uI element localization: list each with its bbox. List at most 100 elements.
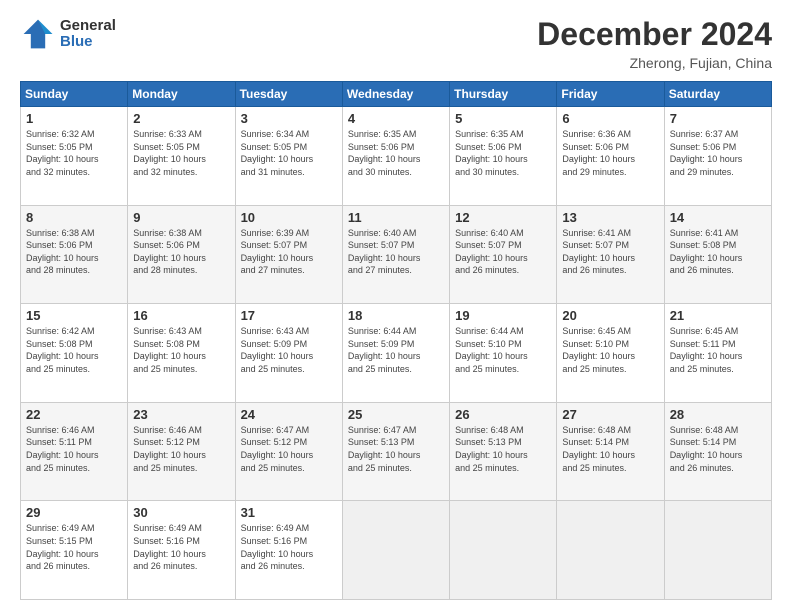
page: General Blue December 2024 Zherong, Fuji… [0,0,792,612]
table-row: 12Sunrise: 6:40 AM Sunset: 5:07 PM Dayli… [450,205,557,304]
table-row: 3 Sunrise: 6:34 AM Sunset: 5:05 PM Daylig… [235,107,342,206]
day-info: Sunrise: 6:38 AM Sunset: 5:06 PM Dayligh… [133,227,229,277]
table-row: 18Sunrise: 6:44 AM Sunset: 5:09 PM Dayli… [342,304,449,403]
day-info: Sunrise: 6:49 AM Sunset: 5:16 PM Dayligh… [241,522,337,572]
day-info: Sunrise: 6:33 AM Sunset: 5:05 PM Dayligh… [133,128,229,178]
calendar-row: 8 Sunrise: 6:38 AM Sunset: 5:06 PM Daylig… [21,205,772,304]
day-info: Sunrise: 6:49 AM Sunset: 5:16 PM Dayligh… [133,522,229,572]
day-info: Sunrise: 6:47 AM Sunset: 5:12 PM Dayligh… [241,424,337,474]
day-number: 4 [348,111,444,126]
table-row: 23Sunrise: 6:46 AM Sunset: 5:12 PM Dayli… [128,402,235,501]
logo-general-text: General [60,18,116,35]
day-info: Sunrise: 6:47 AM Sunset: 5:13 PM Dayligh… [348,424,444,474]
col-wednesday: Wednesday [342,82,449,107]
day-info: Sunrise: 6:42 AM Sunset: 5:08 PM Dayligh… [26,325,122,375]
calendar-table: Sunday Monday Tuesday Wednesday Thursday… [20,81,772,600]
logo-text: General Blue [60,18,116,51]
header: General Blue December 2024 Zherong, Fuji… [20,16,772,71]
day-number: 21 [670,308,766,323]
calendar-body: 1 Sunrise: 6:32 AM Sunset: 5:05 PM Daylig… [21,107,772,600]
logo: General Blue [20,16,116,52]
logo-icon [20,16,56,52]
day-info: Sunrise: 6:43 AM Sunset: 5:09 PM Dayligh… [241,325,337,375]
day-number: 23 [133,407,229,422]
table-row: 10Sunrise: 6:39 AM Sunset: 5:07 PM Dayli… [235,205,342,304]
table-row: 24 Sunrise: 6:47 AM Sunset: 5:12 PM Dayli… [235,402,342,501]
day-number: 1 [26,111,122,126]
day-info: Sunrise: 6:37 AM Sunset: 5:06 PM Dayligh… [670,128,766,178]
day-info: Sunrise: 6:41 AM Sunset: 5:07 PM Dayligh… [562,227,658,277]
calendar-header: Sunday Monday Tuesday Wednesday Thursday… [21,82,772,107]
table-row: 9 Sunrise: 6:38 AM Sunset: 5:06 PM Daylig… [128,205,235,304]
day-number: 25 [348,407,444,422]
day-number: 26 [455,407,551,422]
day-info: Sunrise: 6:44 AM Sunset: 5:10 PM Dayligh… [455,325,551,375]
col-thursday: Thursday [450,82,557,107]
table-row: 16 Sunrise: 6:43 AM Sunset: 5:08 PM Dayli… [128,304,235,403]
table-row: 31 Sunrise: 6:49 AM Sunset: 5:16 PM Dayli… [235,501,342,600]
day-number: 15 [26,308,122,323]
table-row: 28 Sunrise: 6:48 AM Sunset: 5:14 PM Dayli… [664,402,771,501]
day-number: 12 [455,210,551,225]
day-number: 9 [133,210,229,225]
day-number: 28 [670,407,766,422]
day-number: 7 [670,111,766,126]
table-row: 13 Sunrise: 6:41 AM Sunset: 5:07 PM Dayli… [557,205,664,304]
table-row: 5Sunrise: 6:35 AM Sunset: 5:06 PM Daylig… [450,107,557,206]
month-title: December 2024 [537,16,772,53]
day-info: Sunrise: 6:44 AM Sunset: 5:09 PM Dayligh… [348,325,444,375]
day-info: Sunrise: 6:43 AM Sunset: 5:08 PM Dayligh… [133,325,229,375]
col-monday: Monday [128,82,235,107]
table-row: 26Sunrise: 6:48 AM Sunset: 5:13 PM Dayli… [450,402,557,501]
table-row [557,501,664,600]
col-tuesday: Tuesday [235,82,342,107]
table-row: 17Sunrise: 6:43 AM Sunset: 5:09 PM Dayli… [235,304,342,403]
day-number: 29 [26,505,122,520]
day-number: 5 [455,111,551,126]
day-number: 11 [348,210,444,225]
table-row: 11Sunrise: 6:40 AM Sunset: 5:07 PM Dayli… [342,205,449,304]
day-number: 16 [133,308,229,323]
calendar-row: 1 Sunrise: 6:32 AM Sunset: 5:05 PM Daylig… [21,107,772,206]
location: Zherong, Fujian, China [537,55,772,71]
table-row: 2Sunrise: 6:33 AM Sunset: 5:05 PM Daylig… [128,107,235,206]
table-row [342,501,449,600]
table-row [664,501,771,600]
table-row: 25 Sunrise: 6:47 AM Sunset: 5:13 PM Dayli… [342,402,449,501]
day-number: 8 [26,210,122,225]
day-number: 14 [670,210,766,225]
day-info: Sunrise: 6:45 AM Sunset: 5:10 PM Dayligh… [562,325,658,375]
day-number: 24 [241,407,337,422]
table-row: 7 Sunrise: 6:37 AM Sunset: 5:06 PM Daylig… [664,107,771,206]
calendar-row: 29 Sunrise: 6:49 AM Sunset: 5:15 PM Dayli… [21,501,772,600]
day-info: Sunrise: 6:48 AM Sunset: 5:14 PM Dayligh… [670,424,766,474]
day-info: Sunrise: 6:35 AM Sunset: 5:06 PM Dayligh… [348,128,444,178]
table-row: 1 Sunrise: 6:32 AM Sunset: 5:05 PM Daylig… [21,107,128,206]
col-saturday: Saturday [664,82,771,107]
day-info: Sunrise: 6:32 AM Sunset: 5:05 PM Dayligh… [26,128,122,178]
header-row: Sunday Monday Tuesday Wednesday Thursday… [21,82,772,107]
day-number: 31 [241,505,337,520]
table-row: 4 Sunrise: 6:35 AM Sunset: 5:06 PM Daylig… [342,107,449,206]
table-row: 21 Sunrise: 6:45 AM Sunset: 5:11 PM Dayli… [664,304,771,403]
day-number: 3 [241,111,337,126]
day-number: 20 [562,308,658,323]
table-row: 30Sunrise: 6:49 AM Sunset: 5:16 PM Dayli… [128,501,235,600]
day-info: Sunrise: 6:39 AM Sunset: 5:07 PM Dayligh… [241,227,337,277]
day-info: Sunrise: 6:38 AM Sunset: 5:06 PM Dayligh… [26,227,122,277]
day-info: Sunrise: 6:46 AM Sunset: 5:11 PM Dayligh… [26,424,122,474]
day-info: Sunrise: 6:49 AM Sunset: 5:15 PM Dayligh… [26,522,122,572]
day-number: 27 [562,407,658,422]
logo-blue-text: Blue [60,34,116,51]
table-row: 14Sunrise: 6:41 AM Sunset: 5:08 PM Dayli… [664,205,771,304]
day-number: 6 [562,111,658,126]
table-row: 20 Sunrise: 6:45 AM Sunset: 5:10 PM Dayli… [557,304,664,403]
day-info: Sunrise: 6:45 AM Sunset: 5:11 PM Dayligh… [670,325,766,375]
table-row [450,501,557,600]
day-info: Sunrise: 6:34 AM Sunset: 5:05 PM Dayligh… [241,128,337,178]
day-number: 19 [455,308,551,323]
day-number: 13 [562,210,658,225]
title-block: December 2024 Zherong, Fujian, China [537,16,772,71]
calendar-row: 22Sunrise: 6:46 AM Sunset: 5:11 PM Dayli… [21,402,772,501]
table-row: 27Sunrise: 6:48 AM Sunset: 5:14 PM Dayli… [557,402,664,501]
